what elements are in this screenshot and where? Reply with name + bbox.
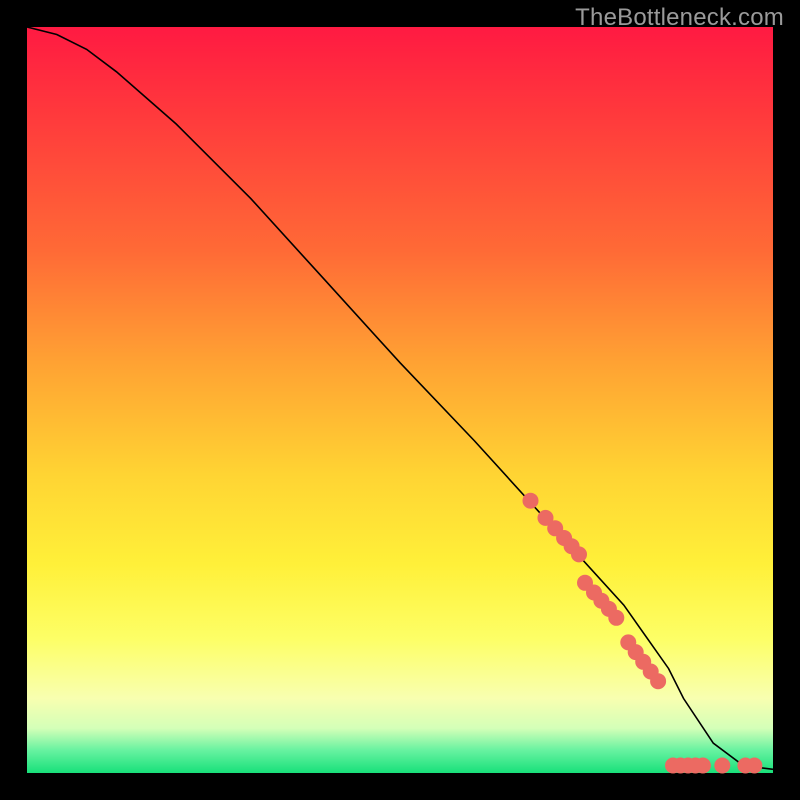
marker-dot (714, 758, 730, 774)
marker-dot (608, 610, 624, 626)
curve-line (27, 27, 773, 769)
chart-curve (27, 27, 773, 769)
marker-dot (695, 758, 711, 774)
marker-dot (523, 493, 539, 509)
marker-dot (571, 546, 587, 562)
chart-markers (523, 493, 763, 774)
marker-dot (746, 758, 762, 774)
marker-dot (650, 673, 666, 689)
chart-overlay (0, 0, 800, 800)
